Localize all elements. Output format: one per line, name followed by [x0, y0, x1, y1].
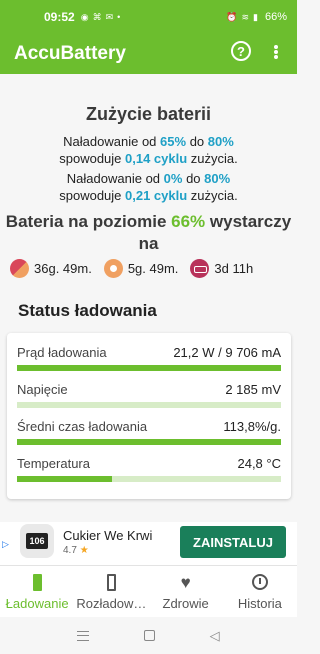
install-button[interactable]: ZAINSTALUJ [180, 526, 286, 558]
screen-on-estimate: 36g. 49m. [10, 259, 92, 278]
wear-to-value: 80% [204, 171, 231, 186]
notification-icons: ◉ ⌘ ✉ • [81, 12, 121, 23]
system-navigation: ◁ [0, 617, 297, 654]
charging-current-row: Prąd ładowania 21,2 W / 9 706 mA [17, 343, 281, 380]
charging-status-title: Status ładowania [18, 301, 157, 320]
battery-level-value: 66% [171, 212, 206, 231]
history-icon [251, 574, 268, 590]
recent-apps-icon[interactable] [77, 630, 90, 641]
progress-bar [17, 365, 281, 371]
status-battery-percent: 66% [264, 11, 287, 23]
tab-discharging[interactable]: Rozładow… [74, 566, 148, 617]
app-title: AccuBattery [14, 43, 126, 64]
progress-bar [17, 476, 281, 482]
system-icons: ⏰ ≋ ▮ 66% [226, 11, 287, 23]
wifi-icon: ≋ [241, 11, 250, 22]
temperature-row: Temperatura 24,8 °C [17, 454, 281, 491]
mail-icon: ✉ [105, 11, 114, 22]
screen-off-icon [103, 259, 123, 278]
home-icon[interactable] [143, 630, 155, 641]
avg-charge-rate-row: Średni czas ładowania 113,8%/g. [17, 417, 281, 454]
ad-app-name[interactable]: Cukier We Krwi [63, 528, 152, 543]
wear-line-1: Naładowanie od 65% do 80% spowoduje 0,14… [59, 134, 238, 166]
tab-health[interactable]: ♥ Zdrowie [149, 566, 223, 617]
star-icon: ★ [79, 545, 89, 556]
progress-bar [17, 402, 281, 408]
dot-icon: • [117, 11, 121, 22]
bluetooth-icon: ⌘ [92, 11, 102, 22]
tab-history[interactable]: Historia [223, 566, 297, 617]
wear-cycles-value: 0,21 cyklu [125, 188, 188, 203]
wear-cycles-value: 0,14 cyklu [125, 151, 188, 166]
wear-to-value: 80% [207, 134, 234, 149]
status-time: 09:52 [44, 10, 75, 24]
heart-icon: ♥ [180, 572, 191, 592]
more-options-icon[interactable] [268, 41, 284, 63]
battery-time-estimates: 36g. 49m. 5g. 49m. 3d 11h [10, 259, 291, 278]
screen-off-estimate: 5g. 49m. [103, 259, 178, 278]
progress-bar [17, 439, 281, 445]
wear-from-value: 0% [163, 171, 183, 186]
screen-on-icon [10, 259, 29, 278]
charging-battery-icon [32, 573, 42, 591]
voltage-row: Napięcie 2 185 mV [17, 380, 281, 417]
back-icon[interactable]: ◁ [210, 628, 220, 644]
charging-status-card: Prąd ładowania 21,2 W / 9 706 mA Napięci… [7, 333, 291, 499]
battery-estimate-heading: Bateria na poziomie 66% wystarczy na [5, 212, 292, 253]
ad-app-logo[interactable]: 106 [20, 524, 54, 558]
ad-banner[interactable]: ▷ 106 Cukier We Krwi 4.7 ★ ZAINSTALUJ [0, 522, 297, 565]
discharging-battery-icon [106, 573, 116, 591]
sleep-icon [190, 259, 210, 278]
battery-wear-section: Zużycie baterii Naładowanie od 65% do 80… [0, 104, 297, 204]
help-icon[interactable]: ? [231, 41, 251, 61]
status-bar: 09:52 ◉ ⌘ ✉ • ⏰ ≋ ▮ 66% [0, 0, 297, 34]
bottom-navigation: Ładowanie Rozładow… ♥ Zdrowie Historia [0, 565, 297, 617]
signal-icon: ▮ [253, 11, 258, 22]
wear-from-value: 65% [160, 134, 187, 149]
alarm-icon: ⏰ [226, 11, 238, 22]
tab-charging[interactable]: Ładowanie [0, 566, 74, 617]
messenger-icon: ◉ [80, 11, 89, 22]
battery-wear-title: Zużycie baterii [85, 104, 212, 124]
adchoices-icon[interactable]: ▷ [2, 539, 9, 550]
wear-line-2: Naładowanie od 0% do 80% spowoduje 0,21 … [59, 171, 238, 203]
sleep-estimate: 3d 11h [190, 259, 253, 278]
app-bar: AccuBattery ? [0, 34, 297, 74]
ad-rating: 4.7 ★ [63, 545, 89, 556]
